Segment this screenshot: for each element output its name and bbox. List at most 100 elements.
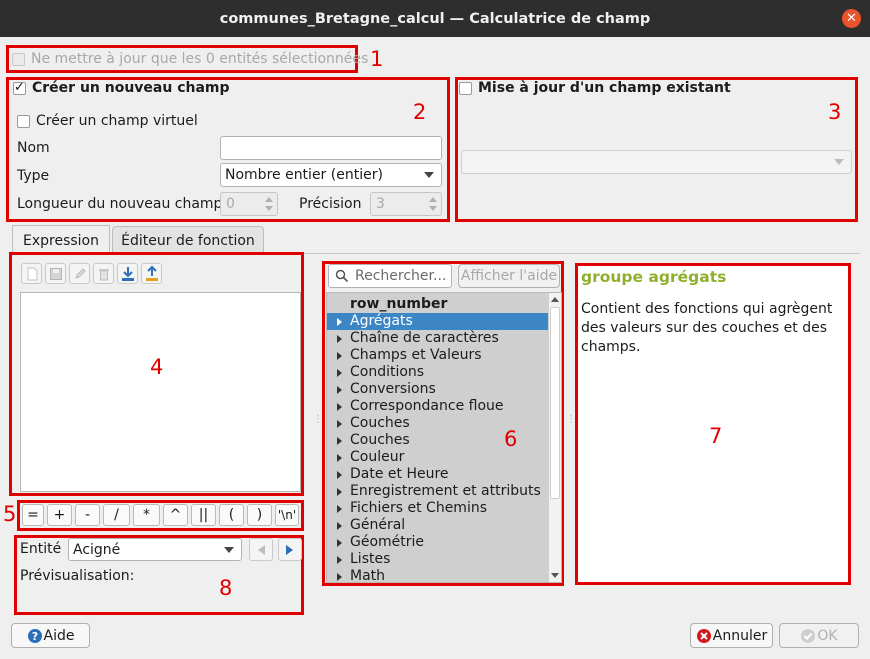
annotation-label-7: 7 — [709, 424, 723, 448]
operator-label: || — [198, 507, 209, 523]
selected-only-checkbox[interactable] — [12, 52, 25, 66]
function-group-conditions[interactable]: Conditions — [327, 364, 551, 381]
cancel-button[interactable]: Annuler — [690, 623, 773, 648]
virtual-field-checkbox[interactable] — [17, 114, 30, 128]
entity-select[interactable]: Acigné — [68, 538, 242, 561]
operator-concat-button[interactable]: || — [191, 504, 216, 526]
annotation-label-8: 8 — [219, 576, 233, 600]
chevron-down-icon — [834, 159, 844, 165]
function-group-fuzzy-matching[interactable]: Correspondance floue — [327, 398, 551, 415]
function-item-label: Math — [350, 568, 386, 583]
function-item-label: Couleur — [350, 449, 405, 465]
import-button[interactable] — [117, 263, 138, 284]
expand-arrow-icon — [337, 539, 342, 547]
edit-button[interactable] — [69, 263, 90, 284]
function-group-layers-2[interactable]: Couches — [327, 432, 551, 449]
trash-icon — [98, 268, 109, 280]
expand-arrow-icon — [337, 556, 342, 564]
new-file-icon — [27, 267, 37, 280]
type-select[interactable]: Nombre entier (entier) — [220, 163, 442, 187]
function-item-row-number[interactable]: row_number — [327, 296, 551, 313]
function-search-input[interactable]: Rechercher... — [328, 264, 452, 288]
expand-arrow-icon — [337, 488, 342, 496]
annotation-label-2: 2 — [413, 100, 427, 124]
function-group-record-attributes[interactable]: Enregistrement et attributs — [327, 483, 551, 500]
export-button[interactable] — [141, 263, 162, 284]
spin-up-icon — [265, 197, 273, 202]
function-item-label: Date et Heure — [350, 466, 449, 482]
tab-expression[interactable]: Expression — [12, 225, 110, 255]
operator-newline-button[interactable]: '\n' — [275, 504, 299, 526]
expand-arrow-icon — [337, 369, 342, 377]
previous-entity-button[interactable] — [249, 538, 273, 561]
show-help-button[interactable]: Afficher l'aide — [458, 264, 560, 288]
operator-multiply-button[interactable]: * — [133, 504, 160, 526]
spin-up-icon — [429, 197, 437, 202]
function-group-string[interactable]: Chaîne de caractères — [327, 330, 551, 347]
type-label: Type — [17, 168, 50, 184]
pencil-icon — [74, 267, 86, 279]
function-group-layers[interactable]: Couches — [327, 415, 551, 432]
function-group-color[interactable]: Couleur — [327, 449, 551, 466]
operator-power-button[interactable]: ^ — [163, 504, 188, 526]
scroll-down-icon[interactable] — [551, 573, 559, 578]
selected-only-option[interactable]: Ne mettre à jour que les 0 entités sélec… — [12, 51, 368, 67]
chevron-down-icon — [424, 172, 434, 178]
function-item-label: Conditions — [350, 364, 425, 380]
help-icon: ? — [27, 628, 42, 643]
upload-icon — [145, 265, 158, 281]
update-field-group-header[interactable]: Mise à jour d'un champ existant — [459, 80, 731, 96]
new-field-checkbox[interactable] — [13, 80, 26, 95]
operator-close-paren-button[interactable]: ) — [247, 504, 272, 526]
function-group-math[interactable]: Math — [327, 568, 551, 583]
virtual-field-option[interactable]: Créer un champ virtuel — [17, 113, 198, 129]
delete-button[interactable] — [93, 263, 114, 284]
save-button[interactable] — [45, 263, 66, 284]
arrow-left-icon — [258, 544, 265, 555]
splitter-handle[interactable]: ⋮ — [313, 415, 323, 425]
close-window-button[interactable]: ✕ — [842, 9, 861, 28]
help-button[interactable]: ? Aide — [11, 623, 90, 648]
cancel-button-label: Annuler — [712, 627, 768, 644]
spin-down-icon — [265, 206, 273, 211]
function-tree[interactable]: row_number Agrégats Chaîne de caractères… — [326, 292, 562, 583]
operator-open-paren-button[interactable]: ( — [219, 504, 244, 526]
expression-editor[interactable] — [20, 292, 301, 492]
new-field-group-header[interactable]: Créer un nouveau champ — [13, 80, 230, 96]
ok-button[interactable]: OK — [779, 623, 859, 648]
annotation-label-5: 5 — [3, 502, 17, 526]
operator-equals-button[interactable]: = — [22, 504, 44, 526]
name-input[interactable] — [220, 136, 442, 160]
operator-plus-button[interactable]: + — [47, 504, 72, 526]
splitter-handle[interactable]: ⋮ — [566, 415, 576, 425]
operator-divide-button[interactable]: / — [103, 504, 130, 526]
save-icon — [49, 267, 62, 280]
function-group-geometry[interactable]: Géométrie — [327, 534, 551, 551]
existing-field-select[interactable] — [461, 150, 852, 174]
name-input-value — [221, 140, 226, 156]
help-title: groupe agrégats — [581, 268, 727, 286]
length-spinbox[interactable]: 0 — [220, 192, 278, 216]
precision-spinbox[interactable]: 3 — [370, 192, 442, 216]
new-file-button[interactable] — [21, 263, 42, 284]
function-group-files-paths[interactable]: Fichiers et Chemins — [327, 500, 551, 517]
operator-minus-button[interactable]: - — [75, 504, 100, 526]
function-item-label: Général — [350, 517, 406, 533]
update-field-title: Mise à jour d'un champ existant — [478, 80, 731, 96]
tab-function-editor-label: Éditeur de fonction — [121, 233, 255, 249]
function-group-date-time[interactable]: Date et Heure — [327, 466, 551, 483]
function-group-fields-values[interactable]: Champs et Valeurs — [327, 347, 551, 364]
annotation-label-6: 6 — [504, 427, 518, 451]
tab-function-editor[interactable]: Éditeur de fonction — [112, 226, 264, 255]
function-group-aggregates[interactable]: Agrégats — [327, 313, 551, 330]
operator-bar: = + - / * ^ || ( ) '\n' — [22, 504, 299, 526]
function-group-lists[interactable]: Listes — [327, 551, 551, 568]
update-field-checkbox[interactable] — [459, 81, 472, 95]
function-item-label: row_number — [350, 296, 448, 312]
function-tree-scrollbar[interactable] — [548, 293, 561, 582]
scroll-up-icon[interactable] — [551, 297, 559, 302]
function-group-general[interactable]: Général — [327, 517, 551, 534]
next-entity-button[interactable] — [278, 538, 302, 561]
scrollbar-thumb[interactable] — [550, 307, 560, 499]
function-group-conversions[interactable]: Conversions — [327, 381, 551, 398]
